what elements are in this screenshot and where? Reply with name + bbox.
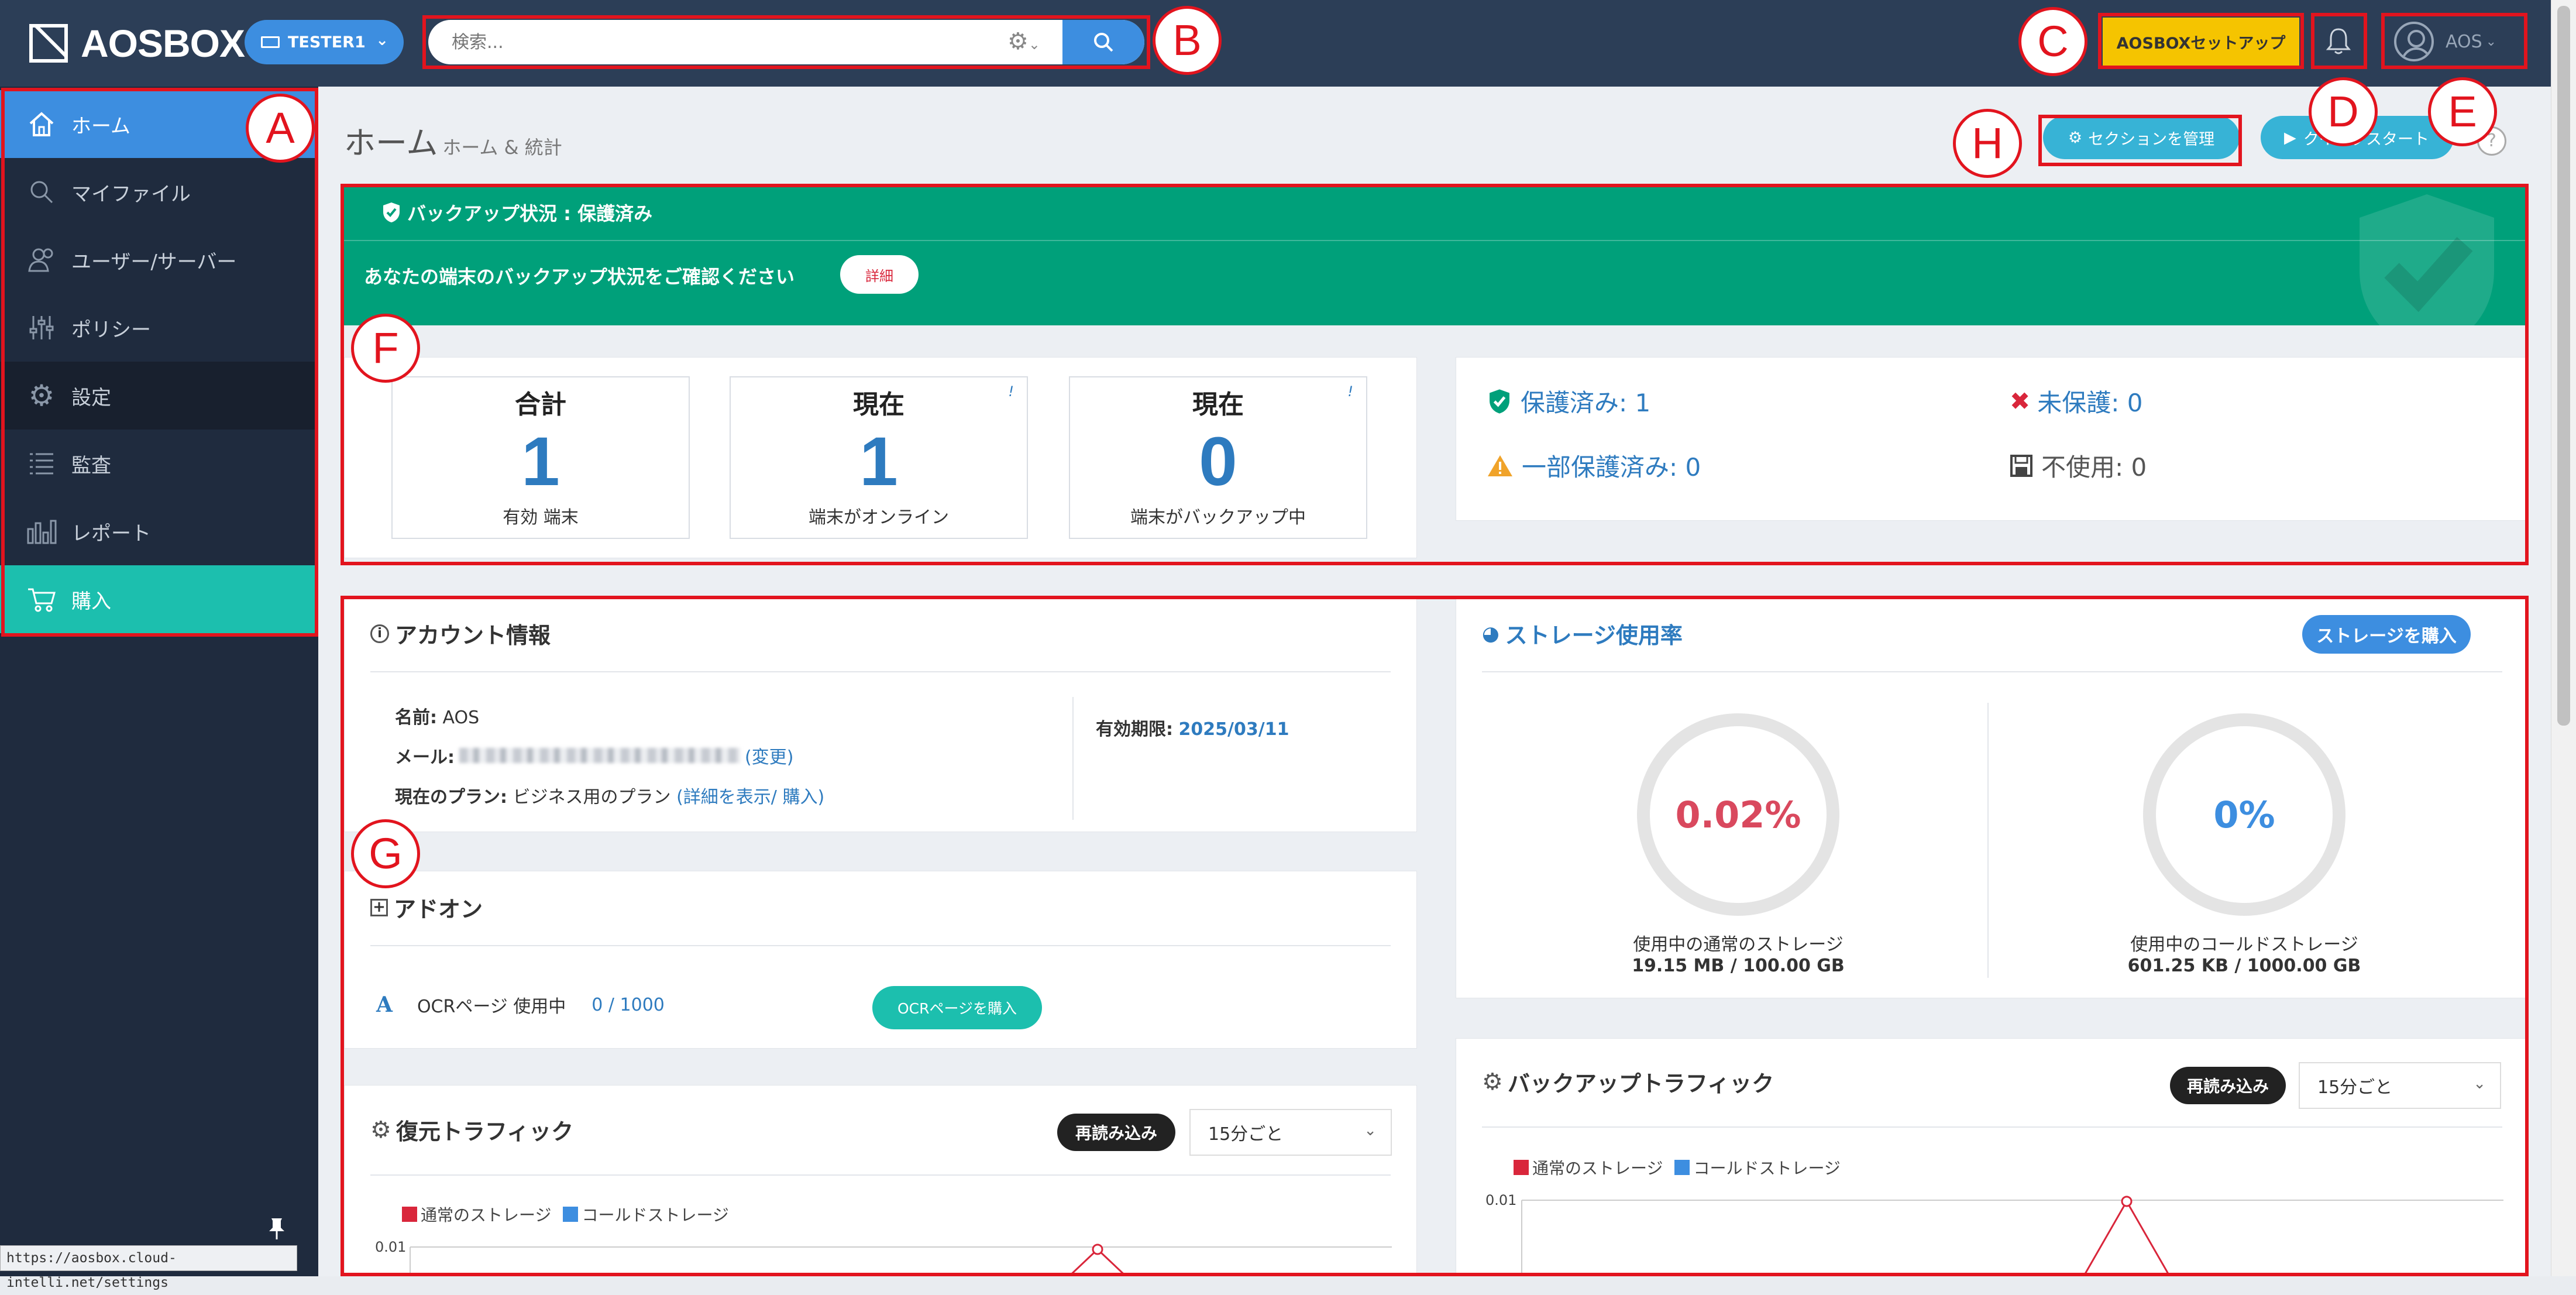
callout-b: B	[1153, 6, 1222, 75]
highlight-box-status	[341, 184, 2529, 565]
logo-mark-icon	[29, 24, 68, 63]
aosbox-logo[interactable]: AOSBOX	[29, 21, 245, 66]
page-title: ホーム ホーム & 統計	[344, 125, 562, 162]
callout-e: E	[2428, 77, 2497, 146]
callout-f: F	[351, 314, 420, 383]
highlight-box-search	[422, 15, 1150, 69]
status-url-tooltip: https://aosbox.cloud-intelli.net/setting…	[0, 1245, 297, 1290]
laptop-icon	[261, 36, 280, 48]
callout-g: G	[351, 819, 420, 888]
scrollbar-thumb[interactable]	[2557, 6, 2570, 726]
callout-h: H	[1953, 109, 2022, 178]
highlight-box-manage-sections	[2038, 115, 2242, 166]
highlight-box-widgets	[341, 596, 2529, 1276]
pin-icon[interactable]	[267, 1217, 287, 1241]
page-scrollbar[interactable]	[2551, 0, 2576, 1276]
play-icon: ▶	[2284, 128, 2296, 147]
highlight-box-setup	[2098, 13, 2304, 69]
page-subtitle: ホーム & 統計	[442, 136, 562, 159]
tenant-selector[interactable]: TESTER1 ⌄	[245, 20, 404, 64]
highlight-box-sidebar	[1, 88, 318, 637]
callout-d: D	[2309, 77, 2378, 146]
highlight-box-notifications	[2311, 13, 2367, 69]
callout-a: A	[246, 94, 315, 163]
callout-c: C	[2018, 7, 2087, 76]
chevron-down-icon: ⌄	[376, 32, 388, 49]
highlight-box-user	[2381, 13, 2527, 69]
